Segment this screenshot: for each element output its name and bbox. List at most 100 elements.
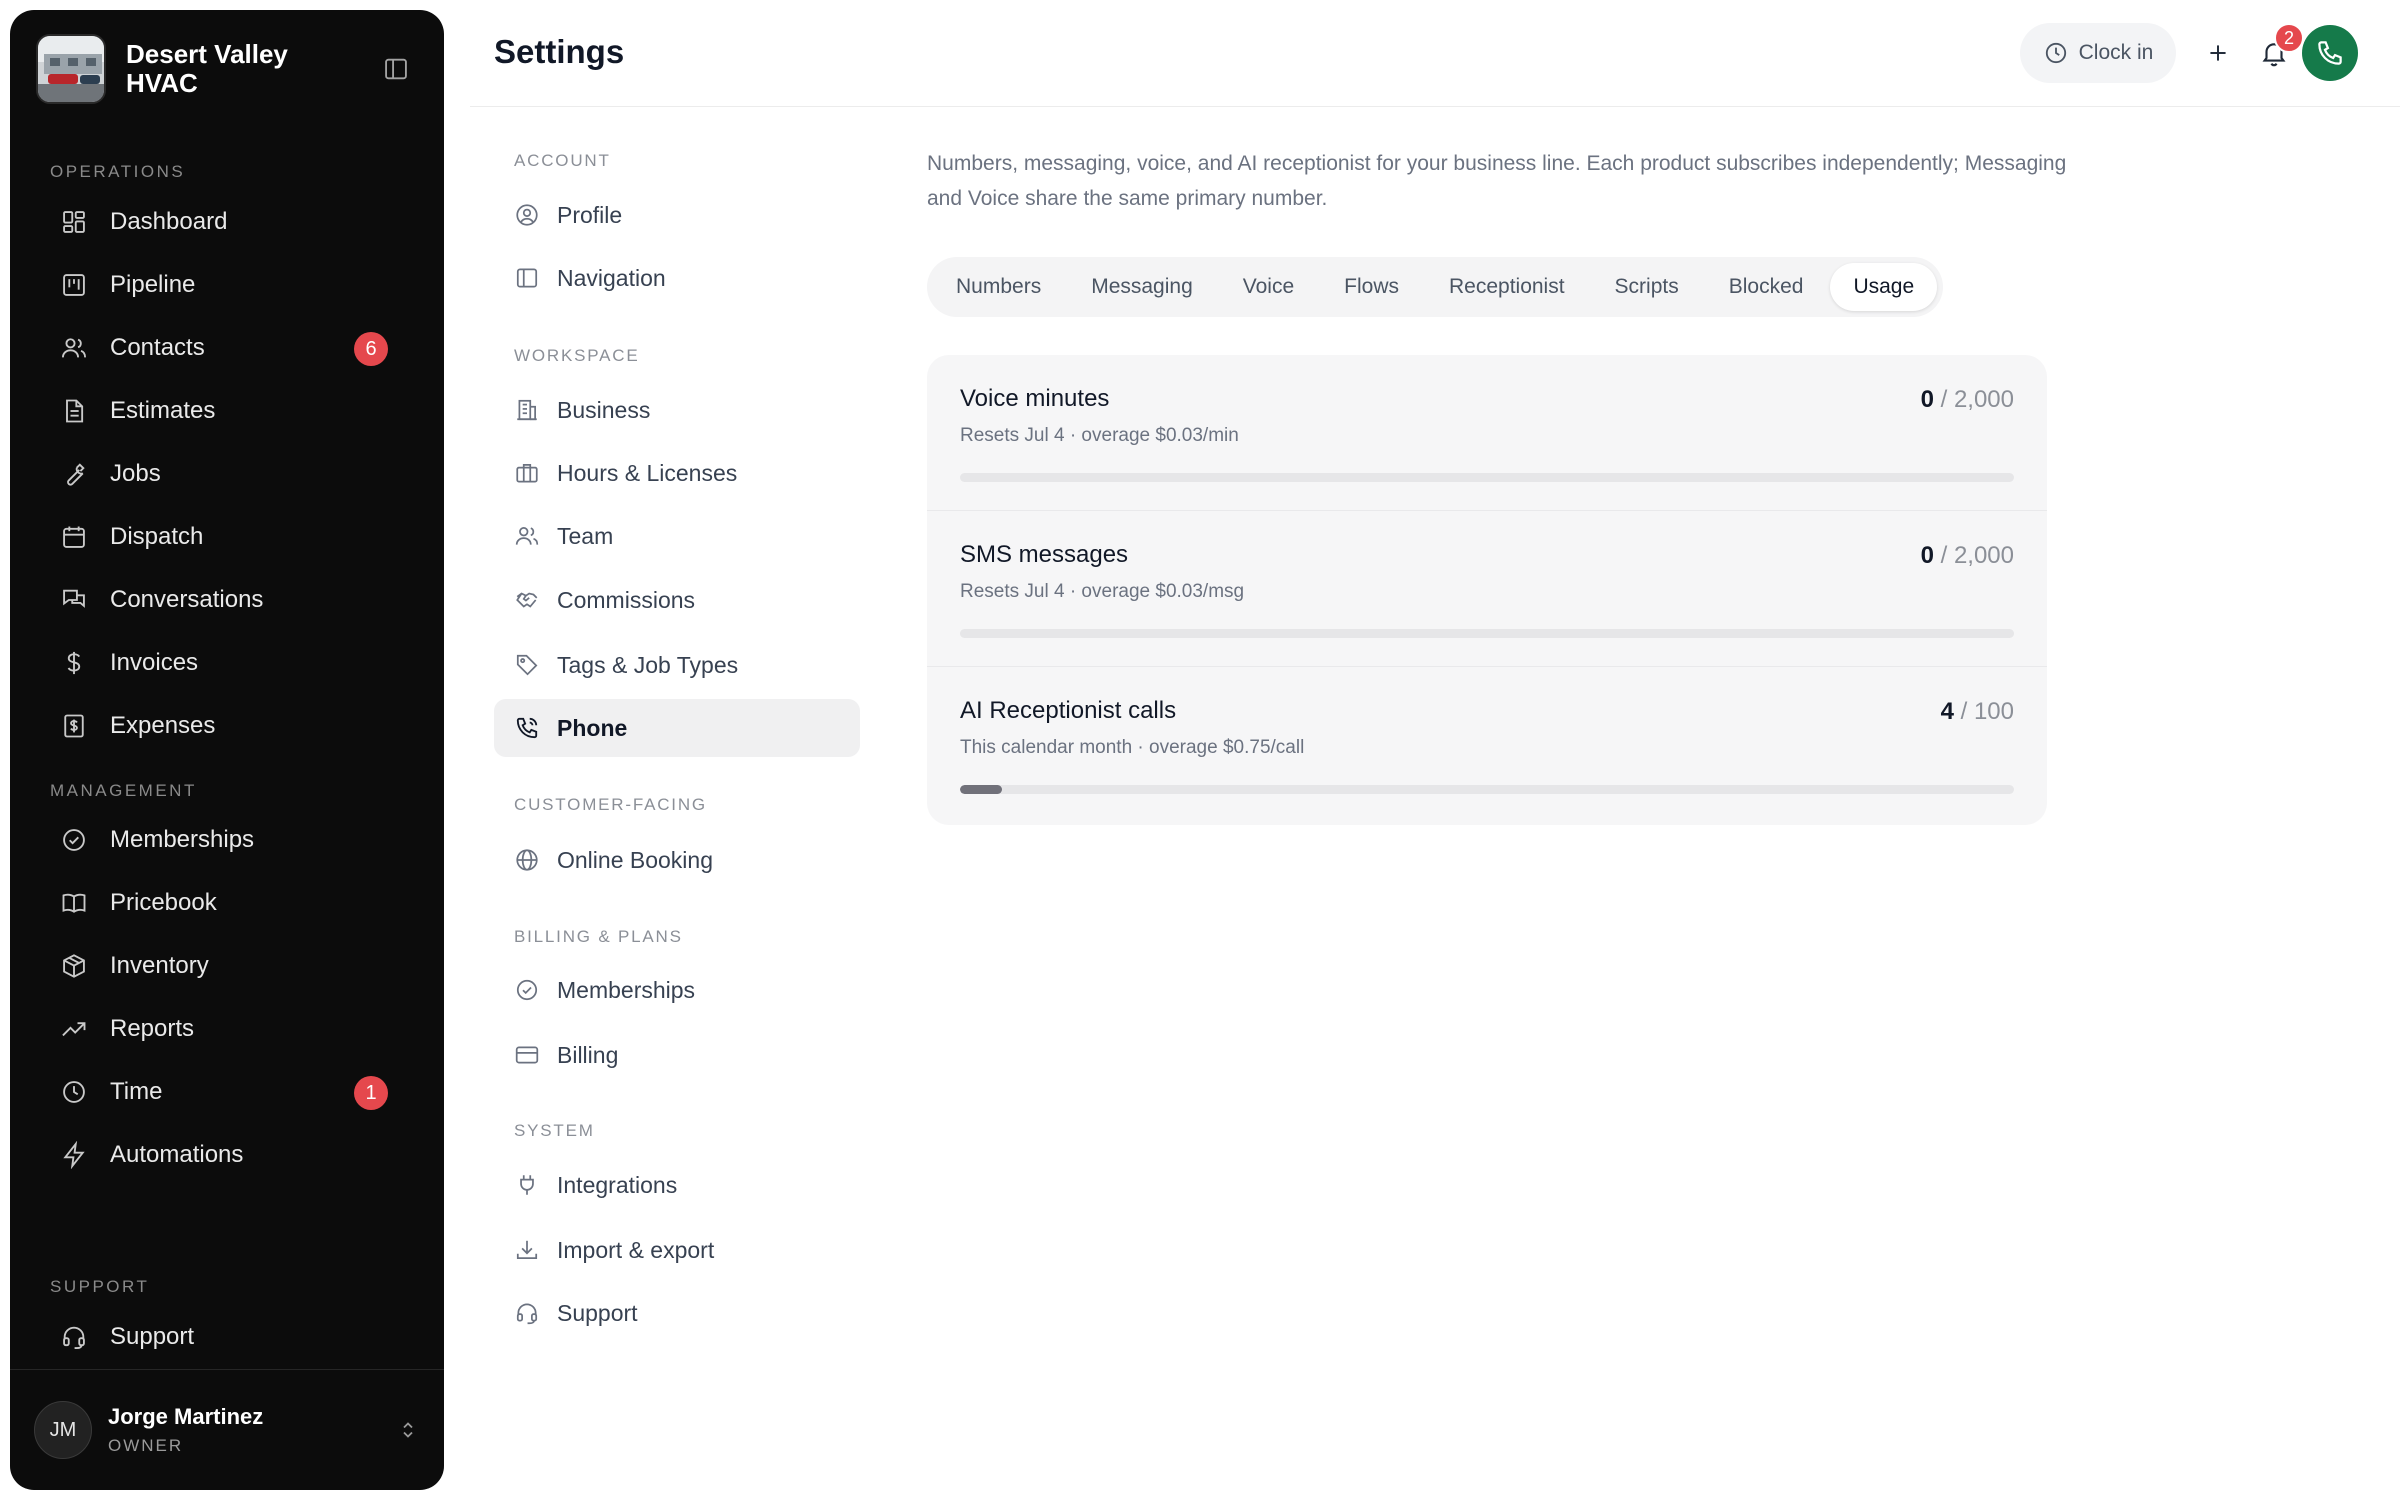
settings-nav-memberships[interactable]: Memberships: [494, 961, 860, 1019]
clock-in-button[interactable]: Clock in: [2020, 23, 2176, 83]
sidebar-item-conversations[interactable]: Conversations: [36, 572, 418, 628]
settings-nav-profile[interactable]: Profile: [494, 186, 860, 244]
tab-voice[interactable]: Voice: [1220, 263, 1317, 311]
sidebar-item-inventory[interactable]: Inventory: [36, 938, 418, 994]
bolt-icon: [60, 1141, 88, 1169]
sidebar-item-label: Contacts: [110, 334, 205, 361]
usage-limit: 100: [1973, 698, 2014, 725]
tab-messaging[interactable]: Messaging: [1068, 263, 1216, 311]
usage-progress-bar: [960, 473, 2014, 482]
sidebar-item-dispatch[interactable]: Dispatch: [36, 509, 418, 565]
settings-nav-commissions[interactable]: Commissions: [494, 571, 860, 629]
wrench-icon: [60, 460, 88, 488]
phone-dialer-button[interactable]: [2302, 25, 2358, 81]
settings-nav-support[interactable]: Support: [494, 1284, 860, 1342]
settings-nav-label: Team: [557, 522, 614, 549]
trend-icon: [60, 1015, 88, 1043]
sidebar-item-automations[interactable]: Automations: [36, 1127, 418, 1183]
sidebar-item-estimates[interactable]: Estimates: [36, 383, 418, 439]
settings-nav-integrations[interactable]: Integrations: [494, 1156, 860, 1214]
settings-nav-business[interactable]: Business: [494, 381, 860, 439]
settings-nav-phone[interactable]: Phone: [494, 699, 860, 757]
settings-section-account: ACCOUNT: [514, 151, 611, 170]
headset-icon: [60, 1323, 88, 1351]
user-role: OWNER: [108, 1436, 184, 1455]
tab-flows[interactable]: Flows: [1321, 263, 1422, 311]
sidebar-item-dashboard[interactable]: Dashboard: [36, 194, 418, 250]
settings-nav-import-export[interactable]: Import & export: [494, 1221, 860, 1279]
book-icon: [60, 889, 88, 917]
brand-logo: [36, 34, 106, 104]
sidebar-item-pipeline[interactable]: Pipeline: [36, 257, 418, 313]
settings-nav-label: Phone: [557, 714, 628, 741]
tab-usage[interactable]: Usage: [1830, 263, 1938, 311]
phone-settings-description: Numbers, messaging, voice, and AI recept…: [927, 152, 2067, 210]
settings-nav-label: Business: [557, 396, 651, 423]
sidebar-item-label: Estimates: [110, 397, 216, 424]
tab-blocked[interactable]: Blocked: [1706, 263, 1827, 311]
sidebar-item-support[interactable]: Support: [36, 1309, 418, 1365]
sidebar-item-label: Inventory: [110, 952, 209, 979]
usage-used: 0: [1920, 542, 1934, 569]
sidebar-item-jobs[interactable]: Jobs: [36, 446, 418, 502]
usage-progress-fill: [960, 785, 1003, 794]
notifications-button[interactable]: 2: [2244, 23, 2304, 83]
sidebar-item-label: Support: [110, 1323, 195, 1350]
page-title: Settings: [494, 33, 625, 70]
sidebar-item-label: Dashboard: [110, 208, 228, 235]
usage-count: 4 / 100: [1940, 698, 2014, 725]
sidebar-item-time[interactable]: Time 1: [36, 1064, 418, 1120]
sidebar-item-reports[interactable]: Reports: [36, 1001, 418, 1057]
tab-receptionist[interactable]: Receptionist: [1426, 263, 1588, 311]
usage-subtitle: Resets Jul 4 · overage $0.03/msg: [960, 581, 1245, 602]
user-circle-icon: [514, 202, 540, 228]
settings-section-workspace: WORKSPACE: [514, 346, 640, 365]
usage-row-sms-messages: SMS messages Resets Jul 4 · overage $0.0…: [927, 511, 2047, 667]
sidebar-item-contacts[interactable]: Contacts 6: [36, 320, 418, 376]
settings-nav-label: Support: [557, 1299, 638, 1326]
usage-limit: 2,000: [1953, 386, 2014, 413]
sidebar-item-pricebook[interactable]: Pricebook: [36, 875, 418, 931]
badge-check-icon: [60, 826, 88, 854]
tab-scripts[interactable]: Scripts: [1592, 263, 1702, 311]
brand-name: Desert Valley HVAC: [126, 39, 288, 98]
settings-nav-navigation[interactable]: Navigation: [494, 249, 860, 307]
settings-nav-label: Profile: [557, 201, 623, 228]
usage-progress-bar: [960, 629, 2014, 638]
settings-nav-label: Navigation: [557, 264, 666, 291]
avatar: JM: [34, 1401, 92, 1459]
settings-nav-online-booking[interactable]: Online Booking: [494, 831, 860, 889]
phone-tabs: Numbers Messaging Voice Flows Receptioni…: [927, 257, 1944, 317]
usage-card: Voice minutes Resets Jul 4 · overage $0.…: [927, 355, 2047, 825]
sidebar-item-memberships[interactable]: Memberships: [36, 812, 418, 868]
tab-numbers[interactable]: Numbers: [933, 263, 1064, 311]
plug-icon: [514, 1172, 540, 1198]
box-icon: [60, 952, 88, 980]
building-icon: [514, 397, 540, 423]
usage-title: SMS messages: [960, 541, 1129, 568]
settings-nav-tags-job-types[interactable]: Tags & Job Types: [494, 636, 860, 694]
headset-icon: [514, 1300, 540, 1326]
sidebar-collapse-button[interactable]: [374, 47, 418, 91]
sidebar-item-expenses[interactable]: Expenses: [36, 698, 418, 754]
usage-used: 0: [1920, 386, 1934, 413]
settings-section-system: SYSTEM: [514, 1121, 595, 1140]
settings-nav-hours-licenses[interactable]: Hours & Licenses: [494, 444, 860, 502]
time-count-badge: 1: [354, 1076, 388, 1110]
phone-icon: [2318, 41, 2342, 65]
clock-icon: [2045, 42, 2066, 64]
settings-nav-billing[interactable]: Billing: [494, 1026, 860, 1084]
topbar-divider: [470, 106, 2400, 107]
settings-nav-team[interactable]: Team: [494, 507, 860, 565]
user-name: Jorge Martinez: [108, 1404, 264, 1429]
settings-nav-label: Hours & Licenses: [557, 459, 738, 486]
briefcase-icon: [514, 460, 540, 486]
document-icon: [60, 397, 88, 425]
settings-nav-label: Online Booking: [557, 846, 713, 873]
sidebar-item-invoices[interactable]: Invoices: [36, 635, 418, 691]
settings-nav-label: Import & export: [557, 1236, 715, 1263]
sidebar-item-label: Pricebook: [110, 889, 217, 916]
create-new-button[interactable]: [2188, 23, 2248, 83]
download-icon: [514, 1237, 540, 1263]
user-menu[interactable]: JM Jorge Martinez OWNER: [34, 1390, 420, 1470]
